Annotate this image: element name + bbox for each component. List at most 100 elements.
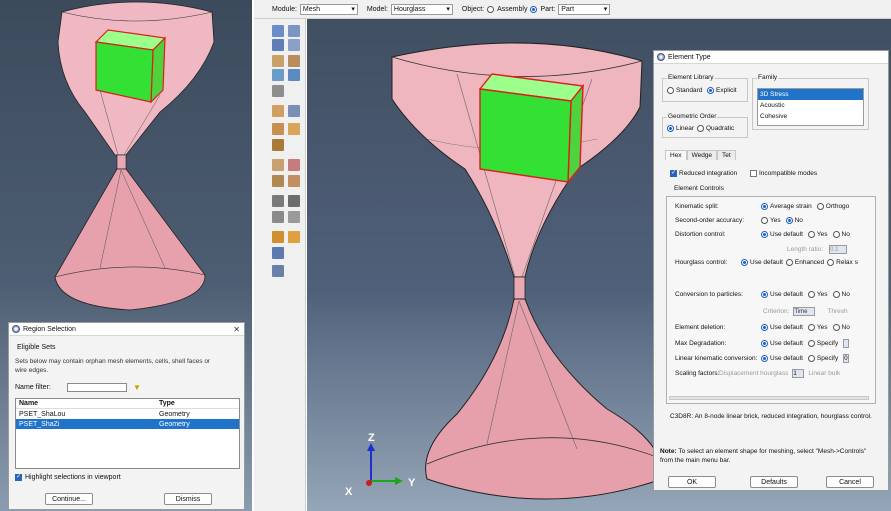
mesh-controls-icon[interactable] bbox=[272, 85, 284, 97]
reduced-integration-option[interactable]: ✓ Reduced integration bbox=[670, 170, 737, 177]
table-row[interactable]: PSET_ShaLou Geometry bbox=[16, 409, 239, 419]
region-dialog-titlebar[interactable]: Region Selection ✕ bbox=[9, 323, 244, 336]
delete-edge-seeds-icon[interactable] bbox=[288, 39, 300, 51]
hourglass-default-option[interactable]: Use default bbox=[741, 259, 783, 266]
partition-edge-icon[interactable] bbox=[272, 123, 284, 135]
module-select[interactable]: Mesh ▾ bbox=[299, 3, 358, 15]
degradation-specify-option[interactable]: Specify bbox=[807, 339, 838, 348]
mesh-region-icon[interactable] bbox=[288, 55, 300, 67]
use-default-radio[interactable] bbox=[741, 259, 748, 266]
close-icon[interactable]: ✕ bbox=[233, 325, 240, 334]
linear-radio[interactable] bbox=[667, 125, 674, 132]
degradation-input[interactable] bbox=[843, 339, 850, 348]
no-radio[interactable] bbox=[832, 291, 840, 298]
continue-button[interactable]: Continue... bbox=[45, 493, 93, 505]
use-default-radio[interactable] bbox=[761, 340, 768, 347]
use-default-radio[interactable] bbox=[761, 231, 768, 238]
assembly-radio[interactable] bbox=[487, 5, 495, 13]
edit-mesh-icon[interactable] bbox=[272, 175, 284, 187]
average-strain-option[interactable]: Average strain bbox=[761, 203, 812, 210]
use-default-radio[interactable] bbox=[761, 355, 768, 362]
conversion-yes-option[interactable]: Yes bbox=[807, 291, 828, 298]
orthogonal-radio[interactable] bbox=[816, 203, 824, 210]
criterion-select[interactable]: Time bbox=[793, 307, 816, 316]
table-row-selected[interactable]: PSET_ShaZi Geometry bbox=[16, 419, 239, 429]
family-item-selected[interactable]: 3D Stress bbox=[758, 89, 863, 100]
average-strain-radio[interactable] bbox=[761, 203, 768, 210]
specify-radio[interactable] bbox=[807, 340, 815, 347]
edit-element-icon[interactable] bbox=[288, 175, 300, 187]
partition-face-icon[interactable] bbox=[288, 123, 300, 135]
linear-kinematic-input[interactable]: 0 bbox=[843, 354, 850, 363]
tab-tet[interactable]: Tet bbox=[717, 150, 736, 160]
datum-point-icon[interactable] bbox=[272, 195, 284, 207]
left-viewport[interactable]: Region Selection ✕ Eligible Sets Sets be… bbox=[0, 0, 252, 511]
incompatible-modes-option[interactable]: Incompatible modes bbox=[750, 170, 817, 177]
element-controls-panel[interactable]: Kinematic split: Average strain Orthogo … bbox=[666, 196, 876, 404]
highlight-checkbox[interactable]: ✓ bbox=[15, 474, 22, 481]
second-order-no-option[interactable]: No bbox=[785, 217, 803, 224]
deletion-default-option[interactable]: Use default bbox=[761, 324, 803, 331]
distortion-default-option[interactable]: Use default bbox=[761, 231, 803, 238]
mesh-stats-icon[interactable] bbox=[288, 105, 300, 117]
use-default-radio[interactable] bbox=[761, 324, 768, 331]
hourglass-enhanced-option[interactable]: Enhanced bbox=[785, 259, 824, 266]
family-item[interactable]: Acoustic bbox=[758, 100, 863, 111]
highlight-selections-option[interactable]: ✓ Highlight selections in viewport bbox=[15, 474, 121, 481]
tab-hex[interactable]: Hex bbox=[665, 150, 687, 160]
tools-icon[interactable] bbox=[288, 231, 300, 243]
yes-radio[interactable] bbox=[807, 231, 815, 238]
repair-icon[interactable] bbox=[288, 159, 300, 171]
virtual-topology-icon[interactable] bbox=[272, 159, 284, 171]
distortion-no-option[interactable]: No bbox=[832, 231, 850, 238]
dismiss-button[interactable]: Dismiss bbox=[164, 493, 212, 505]
degradation-default-option[interactable]: Use default bbox=[761, 339, 803, 348]
family-item[interactable]: Cohesive bbox=[758, 111, 863, 122]
hourglass-relax-option[interactable]: Relax s bbox=[827, 259, 858, 266]
linear-kinematic-specify-option[interactable]: Specify bbox=[807, 354, 838, 363]
part-select[interactable]: Part ▾ bbox=[558, 3, 611, 15]
deletion-yes-option[interactable]: Yes bbox=[807, 324, 828, 331]
relax-radio[interactable] bbox=[827, 259, 835, 266]
ok-button[interactable]: OK bbox=[668, 476, 716, 488]
defaults-button[interactable]: Defaults bbox=[750, 476, 798, 488]
mesh-part-icon[interactable] bbox=[272, 55, 284, 67]
cancel-button[interactable]: Cancel bbox=[826, 476, 874, 488]
distortion-yes-option[interactable]: Yes bbox=[807, 231, 828, 238]
display-group-icon[interactable] bbox=[272, 265, 284, 277]
seed-part-icon[interactable] bbox=[272, 25, 284, 37]
no-radio[interactable] bbox=[832, 231, 840, 238]
model-select[interactable]: Hourglass ▾ bbox=[390, 3, 453, 15]
query-icon[interactable] bbox=[272, 231, 284, 243]
enhanced-radio[interactable] bbox=[785, 259, 793, 266]
datum-csys-icon[interactable] bbox=[288, 211, 300, 223]
delete-seeds-icon[interactable] bbox=[272, 39, 284, 51]
library-explicit-option[interactable]: Explicit bbox=[707, 87, 737, 94]
incompatible-modes-checkbox[interactable] bbox=[750, 170, 757, 177]
library-standard-option[interactable]: Standard bbox=[667, 87, 702, 94]
reference-icon[interactable] bbox=[272, 247, 284, 259]
name-filter-input[interactable] bbox=[67, 383, 127, 392]
filter-icon[interactable]: ▼ bbox=[133, 383, 141, 392]
conversion-no-option[interactable]: No bbox=[832, 291, 850, 298]
datum-plane-icon[interactable] bbox=[272, 211, 284, 223]
order-quadratic-option[interactable]: Quadratic bbox=[697, 125, 734, 132]
tab-wedge[interactable]: Wedge bbox=[686, 150, 718, 160]
horizontal-scrollbar[interactable] bbox=[669, 396, 869, 400]
assign-element-type-icon[interactable] bbox=[272, 105, 284, 117]
reduced-integration-checkbox[interactable]: ✓ bbox=[670, 170, 677, 177]
element-dialog-titlebar[interactable]: Element Type bbox=[654, 51, 888, 64]
use-default-radio[interactable] bbox=[761, 291, 768, 298]
linear-kinematic-default-option[interactable]: Use default bbox=[761, 354, 803, 363]
yes-radio[interactable] bbox=[761, 217, 768, 224]
yes-radio[interactable] bbox=[807, 291, 815, 298]
quadratic-radio[interactable] bbox=[697, 125, 704, 132]
verify-mesh-icon[interactable] bbox=[288, 69, 300, 81]
second-order-yes-option[interactable]: Yes bbox=[761, 217, 781, 224]
displacement-hourglass-input[interactable]: 1 bbox=[792, 369, 805, 378]
no-radio[interactable] bbox=[785, 217, 793, 224]
conversion-default-option[interactable]: Use default bbox=[761, 291, 803, 298]
datum-axis-icon[interactable] bbox=[288, 195, 300, 207]
part-radio[interactable] bbox=[530, 5, 538, 13]
specify-radio[interactable] bbox=[807, 355, 815, 362]
